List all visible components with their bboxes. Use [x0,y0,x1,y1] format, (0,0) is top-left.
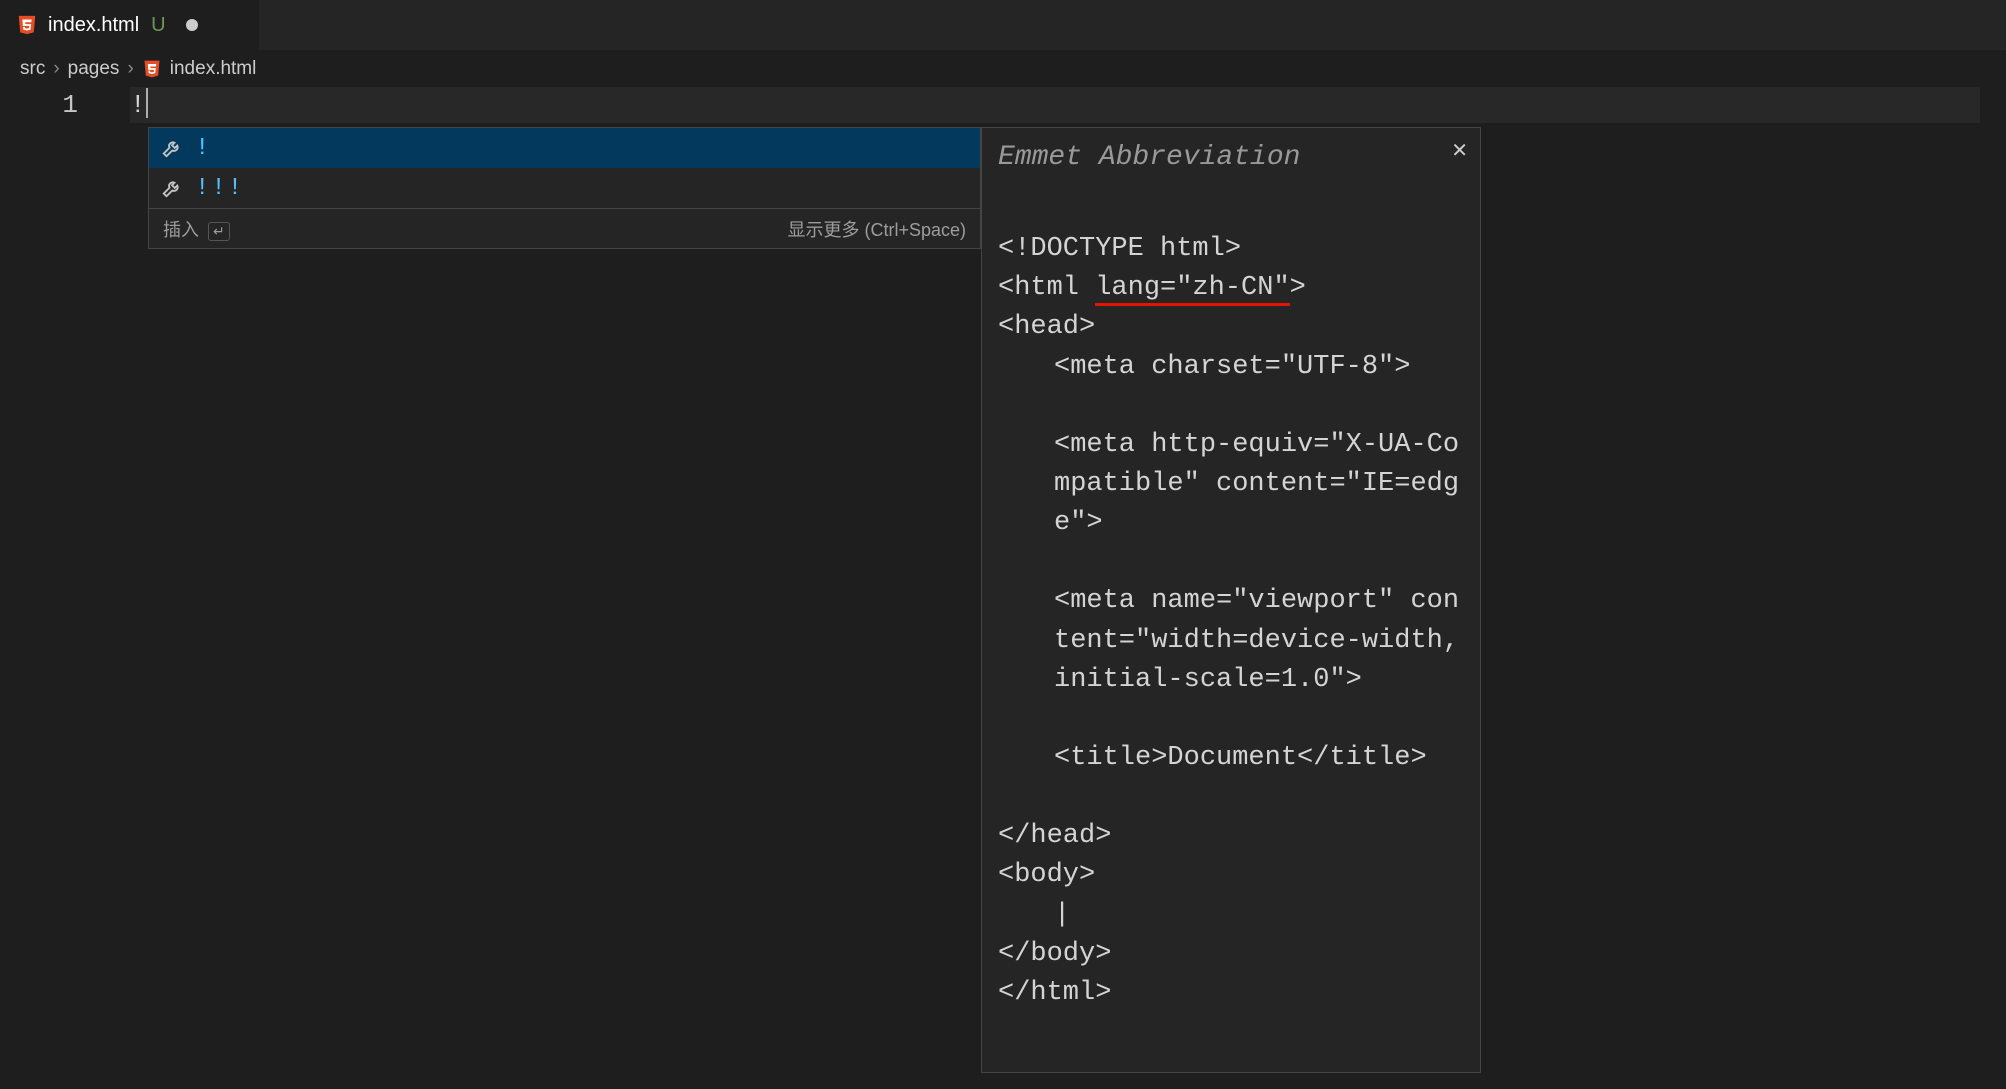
breadcrumb-segment[interactable]: pages [68,58,120,80]
breadcrumb[interactable]: src › pages › index.html [0,50,2006,84]
code-text: ! [130,90,146,120]
doc-line: </head> [998,821,1111,851]
doc-line: </html> [998,978,1111,1008]
doc-line: <html lang="zh-CN"> [998,273,1306,306]
suggestion-statusbar: 插入 ↵ 显示更多 (Ctrl+Space) [149,208,980,248]
doc-line: <meta http-equiv="X-UA-Compatible" conte… [998,426,1464,543]
suggestion-label: ! [195,135,211,162]
doc-line: <head> [998,312,1095,342]
suggestion-more-hint[interactable]: 显示更多 (Ctrl+Space) [787,216,966,242]
doc-line: | [998,900,1070,930]
breadcrumb-segment[interactable]: src [20,58,45,80]
html-file-icon [142,59,162,79]
editor-tab[interactable]: index.html U [0,0,260,50]
doc-line: <body> [998,860,1095,890]
doc-line: <title>Document</title> [998,739,1464,778]
suggestion-doc-panel: ✕ Emmet Abbreviation <!DOCTYPE html> <ht… [981,127,1481,1073]
wrench-icon [161,177,183,199]
tab-bar: index.html U [0,0,2006,50]
doc-line: </body> [998,939,1111,969]
code-editor[interactable]: 1 ! ! !!! 插入 ↵ 显示更多 (Ctrl+Space) ✕ Emm [0,84,2006,1089]
suggestion-label: !!! [195,175,244,202]
doc-line: <meta charset="UTF-8"> [998,348,1464,387]
insert-label: 插入 [163,220,199,240]
wrench-icon [161,137,183,159]
underlined-attr: lang="zh-CN" [1095,273,1289,306]
doc-title: Emmet Abbreviation [998,142,1464,173]
enter-key-icon: ↵ [208,222,230,241]
tab-dirty-indicator-icon [186,19,198,31]
doc-line: <!DOCTYPE html> [998,234,1241,264]
line-number: 1 [0,87,110,123]
code-line[interactable]: ! [130,87,1980,123]
close-icon[interactable]: ✕ [1451,138,1468,163]
suggestion-item[interactable]: ! [149,128,980,168]
chevron-right-icon: › [127,58,133,80]
breadcrumb-file[interactable]: index.html [170,58,257,80]
doc-line: <meta name="viewport" content="width=dev… [998,582,1464,699]
suggestion-item[interactable]: !!! [149,168,980,208]
line-number-gutter: 1 [0,84,110,123]
tab-filename: index.html [48,14,139,37]
tab-git-status: U [151,14,165,37]
html-file-icon [16,14,38,36]
text-cursor-icon [146,88,148,118]
doc-code-preview: <!DOCTYPE html> <html lang="zh-CN"> <hea… [998,191,1464,1052]
chevron-right-icon: › [53,58,59,80]
suggestion-insert-hint[interactable]: 插入 ↵ [163,216,230,242]
suggestion-popup: ! !!! 插入 ↵ 显示更多 (Ctrl+Space) [148,127,981,249]
